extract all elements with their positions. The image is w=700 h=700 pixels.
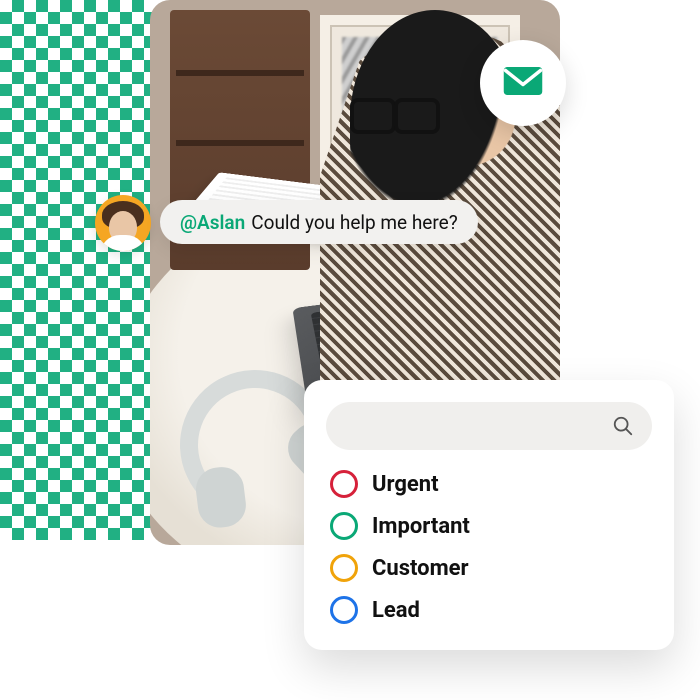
search-input[interactable] bbox=[344, 417, 612, 435]
tag-label: Customer bbox=[372, 556, 469, 581]
tag-option-urgent[interactable]: Urgent bbox=[330, 470, 652, 498]
tag-panel: Urgent Important Customer Lead bbox=[304, 380, 674, 650]
tag-color-ring bbox=[330, 470, 358, 498]
tag-option-customer[interactable]: Customer bbox=[330, 554, 652, 582]
mention-handle[interactable]: @Aslan bbox=[180, 211, 245, 234]
tag-option-lead[interactable]: Lead bbox=[330, 596, 652, 624]
decorative-pattern bbox=[0, 0, 155, 540]
mention-text: Could you help me here? bbox=[251, 211, 457, 234]
tag-search[interactable] bbox=[326, 402, 652, 450]
commenter-avatar[interactable] bbox=[95, 195, 151, 251]
tag-list: Urgent Important Customer Lead bbox=[326, 470, 652, 624]
tag-label: Lead bbox=[372, 598, 420, 623]
tag-color-ring bbox=[330, 512, 358, 540]
email-badge[interactable] bbox=[480, 40, 566, 126]
email-icon bbox=[502, 65, 544, 101]
tag-color-ring bbox=[330, 554, 358, 582]
search-icon bbox=[612, 415, 634, 437]
tag-option-important[interactable]: Important bbox=[330, 512, 652, 540]
tag-label: Important bbox=[372, 514, 470, 539]
tag-label: Urgent bbox=[372, 472, 439, 497]
tag-color-ring bbox=[330, 596, 358, 624]
mention-comment[interactable]: @Aslan Could you help me here? bbox=[160, 200, 478, 244]
